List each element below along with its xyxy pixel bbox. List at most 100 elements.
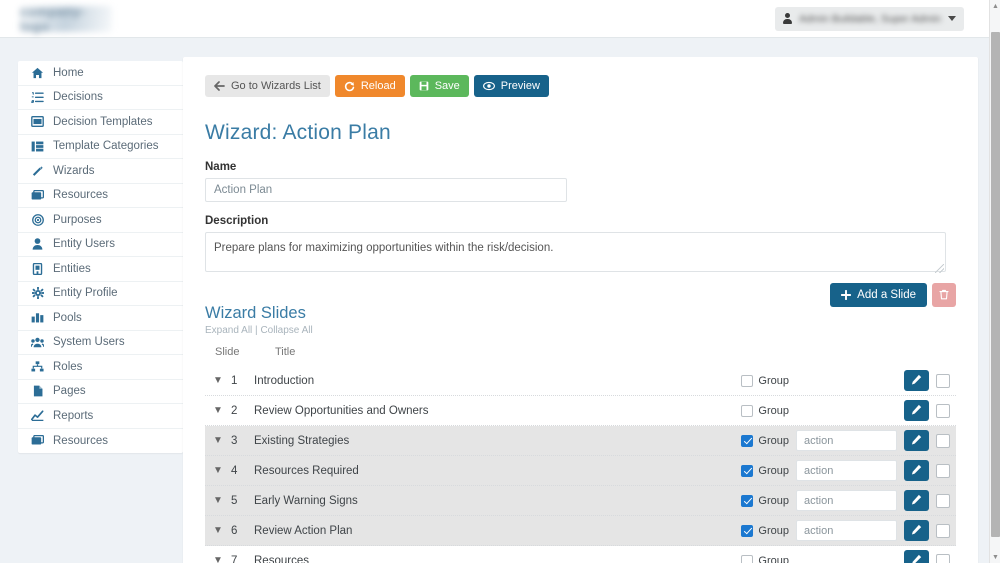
sidebar-item-entity-users[interactable]: Entity Users: [18, 233, 183, 258]
group-toggle[interactable]: Group: [741, 375, 789, 387]
go-to-wizards-list-button[interactable]: Go to Wizards List: [205, 75, 330, 97]
scroll-down-arrow-icon[interactable]: ▼: [990, 551, 1000, 563]
description-textarea[interactable]: Prepare plans for maximizing opportuniti…: [205, 232, 946, 272]
sidebar-item-resources[interactable]: Resources: [18, 429, 183, 454]
group-checkbox[interactable]: [741, 375, 753, 387]
description-field-label: Description: [205, 215, 956, 227]
name-input[interactable]: [205, 178, 567, 202]
row-select-checkbox[interactable]: [936, 464, 950, 478]
sidebar-item-wizards[interactable]: Wizards: [18, 159, 183, 184]
row-select-checkbox[interactable]: [936, 404, 950, 418]
group-checkbox[interactable]: [741, 465, 753, 477]
scroll-up-arrow-icon[interactable]: ▲: [990, 0, 1000, 12]
slide-action-input[interactable]: [796, 520, 897, 541]
sidebar-item-system-users[interactable]: System Users: [18, 331, 183, 356]
window-icon: [31, 116, 44, 127]
table-row[interactable]: ▼4Resources RequiredGroup: [205, 456, 956, 486]
edit-slide-button[interactable]: [904, 520, 929, 541]
table-row[interactable]: ▼5Early Warning SignsGroup: [205, 486, 956, 516]
chevron-down-icon[interactable]: ▼: [205, 375, 231, 386]
slide-action-input[interactable]: [796, 430, 897, 451]
group-label: Group: [758, 405, 789, 417]
chevron-down-icon[interactable]: ▼: [205, 555, 231, 563]
table-row[interactable]: ▼3Existing StrategiesGroup: [205, 426, 956, 456]
edit-slide-button[interactable]: [904, 490, 929, 511]
expand-collapse-links: Expand All | Collapse All: [205, 325, 313, 336]
reload-button[interactable]: Reload: [335, 75, 405, 97]
table-row[interactable]: ▼6Review Action PlanGroup: [205, 516, 956, 546]
group-toggle[interactable]: Group: [741, 525, 789, 537]
sidebar-item-label: Entities: [53, 263, 91, 275]
sidebar-item-template-categories[interactable]: Template Categories: [18, 135, 183, 160]
user-account-menu[interactable]: Admin Buildable, Super Admin: [775, 7, 964, 31]
expand-all-link[interactable]: Expand All: [205, 325, 252, 336]
row-select-checkbox[interactable]: [936, 524, 950, 538]
column-header-slide: Slide: [215, 346, 275, 358]
sidebar-item-label: Pages: [53, 385, 86, 397]
row-controls: Group: [741, 550, 956, 563]
sidebar-item-entity-profile[interactable]: Entity Profile: [18, 282, 183, 307]
edit-slide-button[interactable]: [904, 430, 929, 451]
group-checkbox[interactable]: [741, 405, 753, 417]
edit-slide-button[interactable]: [904, 550, 929, 563]
chevron-down-icon[interactable]: ▼: [205, 435, 231, 446]
sidebar-item-pools[interactable]: Pools: [18, 306, 183, 331]
group-checkbox[interactable]: [741, 435, 753, 447]
row-select-checkbox[interactable]: [936, 434, 950, 448]
chevron-down-icon[interactable]: ▼: [205, 465, 231, 476]
chevron-down-icon[interactable]: ▼: [205, 525, 231, 536]
edit-slide-button[interactable]: [904, 460, 929, 481]
delete-slides-button[interactable]: [932, 283, 956, 307]
sidebar-item-reports[interactable]: Reports: [18, 404, 183, 429]
row-controls: Group: [741, 400, 956, 421]
action-input-placeholder-slot: [796, 550, 897, 563]
sidebar-item-decisions[interactable]: Decisions: [18, 86, 183, 111]
wizard-slides-title: Wizard Slides: [205, 304, 313, 323]
table-row[interactable]: ▼7ResourcesGroup: [205, 546, 956, 563]
sidebar-item-label: System Users: [53, 336, 125, 348]
group-checkbox[interactable]: [741, 555, 753, 563]
resize-handle-icon[interactable]: [935, 264, 944, 273]
row-select-checkbox[interactable]: [936, 374, 950, 388]
chart-line-icon: [31, 410, 44, 421]
group-toggle[interactable]: Group: [741, 495, 789, 507]
table-row[interactable]: ▼2Review Opportunities and OwnersGroup: [205, 396, 956, 426]
group-checkbox[interactable]: [741, 525, 753, 537]
column-header-title: Title: [275, 346, 956, 358]
group-toggle[interactable]: Group: [741, 465, 789, 477]
preview-button[interactable]: Preview: [474, 75, 549, 97]
sidebar-item-purposes[interactable]: Purposes: [18, 208, 183, 233]
group-toggle[interactable]: Group: [741, 405, 789, 417]
sidebar-item-entities[interactable]: Entities: [18, 257, 183, 282]
table-row[interactable]: ▼1IntroductionGroup: [205, 366, 956, 396]
collapse-all-link[interactable]: Collapse All: [260, 325, 312, 336]
sidebar-item-home[interactable]: Home: [18, 61, 183, 86]
save-button[interactable]: Save: [410, 75, 469, 97]
scrollbar-thumb[interactable]: [991, 32, 1000, 537]
slide-number: 3: [231, 435, 245, 447]
page-scrollbar[interactable]: ▲ ▼: [989, 0, 1000, 563]
slide-action-input[interactable]: [796, 460, 897, 481]
group-checkbox[interactable]: [741, 495, 753, 507]
row-select-checkbox[interactable]: [936, 494, 950, 508]
group-toggle[interactable]: Group: [741, 555, 789, 563]
group-toggle[interactable]: Group: [741, 435, 789, 447]
row-select-checkbox[interactable]: [936, 554, 950, 563]
add-slide-button[interactable]: Add a Slide: [830, 283, 927, 307]
slide-action-input[interactable]: [796, 490, 897, 511]
sidebar-item-pages[interactable]: Pages: [18, 380, 183, 405]
sidebar-item-label: Entity Profile: [53, 287, 118, 299]
sidebar-item-roles[interactable]: Roles: [18, 355, 183, 380]
chevron-down-icon[interactable]: ▼: [205, 405, 231, 416]
content-card: Go to Wizards List Reload Save: [183, 57, 978, 563]
chevron-down-icon[interactable]: ▼: [205, 495, 231, 506]
edit-slide-button[interactable]: [904, 400, 929, 421]
slide-title: Resources Required: [245, 465, 741, 477]
save-disk-icon: [419, 81, 429, 91]
sidebar-item-decision-templates[interactable]: Decision Templates: [18, 110, 183, 135]
sidebar-item-resources[interactable]: Resources: [18, 184, 183, 209]
sitemap-icon: [31, 361, 44, 372]
sidebar-item-label: Decision Templates: [53, 116, 153, 128]
edit-slide-button[interactable]: [904, 370, 929, 391]
company-logo[interactable]: company-logo: [20, 6, 112, 32]
